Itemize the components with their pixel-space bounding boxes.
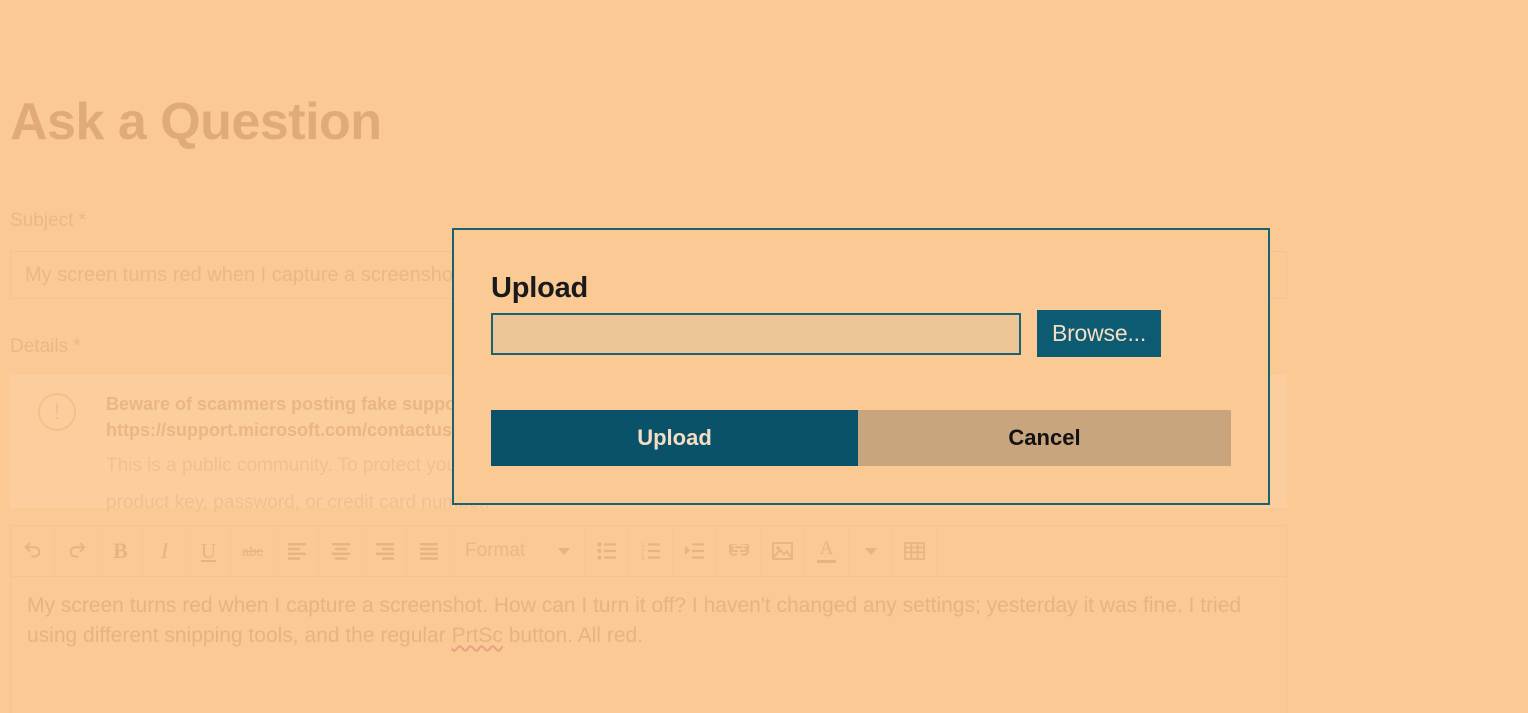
browse-button[interactable]: Browse... (1037, 310, 1161, 357)
align-left-icon[interactable] (275, 526, 319, 576)
image-icon[interactable] (761, 526, 805, 576)
align-center-icon[interactable] (319, 526, 363, 576)
modal-title: Upload (491, 272, 589, 304)
details-label: Details * (10, 336, 81, 358)
details-editor: B I U abc Format 1 2 3 A My screen turns… (10, 525, 1287, 713)
alert-glyph: ! (53, 399, 61, 424)
details-editor-body[interactable]: My screen turns red when I capture a scr… (11, 577, 1286, 665)
svg-text:3: 3 (641, 556, 645, 560)
alert-circle-icon: ! (38, 393, 76, 431)
modal-action-buttons: Upload Cancel (491, 410, 1231, 466)
bulleted-list-icon[interactable] (585, 526, 629, 576)
table-icon[interactable] (893, 526, 937, 576)
upload-file-row: Browse... (491, 310, 1161, 357)
editor-text-part-2: button. All red. (502, 623, 644, 647)
undo-icon[interactable] (11, 526, 55, 576)
underline-icon[interactable]: U (187, 526, 231, 576)
bold-icon[interactable]: B (99, 526, 143, 576)
subject-label: Subject * (10, 210, 86, 232)
color-dropdown-icon[interactable] (849, 526, 893, 576)
app-root: Ask a Question Subject * Details * ! Bew… (0, 0, 1528, 713)
upload-file-input[interactable] (491, 312, 1021, 355)
italic-icon[interactable]: I (143, 526, 187, 576)
indent-icon[interactable] (673, 526, 717, 576)
editor-toolbar: B I U abc Format 1 2 3 A (11, 526, 1286, 577)
strikethrough-icon[interactable]: abc (231, 526, 275, 576)
numbered-list-icon[interactable]: 123 (629, 526, 673, 576)
upload-modal: Upload Browse... Upload Cancel (452, 228, 1270, 505)
redo-icon[interactable] (55, 526, 99, 576)
link-icon[interactable] (717, 526, 761, 576)
text-color-icon[interactable]: A (805, 526, 849, 576)
details-label-text: Details (10, 336, 69, 357)
svg-text:1: 1 (641, 543, 645, 549)
subject-required-marker: * (78, 210, 87, 231)
format-dropdown-label: Format (465, 540, 526, 561)
upload-button[interactable]: Upload (491, 410, 858, 466)
align-right-icon[interactable] (363, 526, 407, 576)
format-dropdown[interactable]: Format (451, 526, 585, 576)
svg-text:2: 2 (641, 550, 645, 556)
cancel-button[interactable]: Cancel (858, 410, 1231, 466)
align-justify-icon[interactable] (407, 526, 451, 576)
page-title: Ask a Question (10, 93, 382, 151)
chevron-down-icon (558, 547, 570, 555)
editor-misspelled-word: PrtSc (451, 623, 503, 647)
subject-label-text: Subject (10, 210, 74, 231)
details-required-marker: * (73, 336, 81, 357)
